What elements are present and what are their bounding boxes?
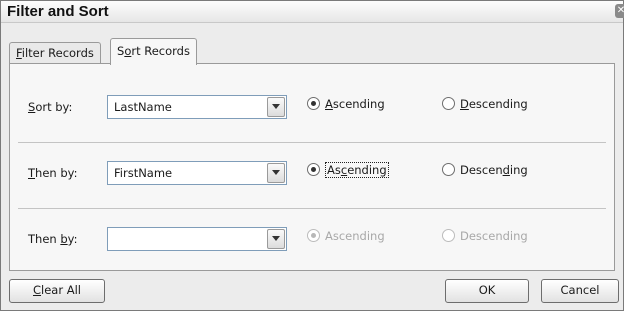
focus-ring: Ascending — [325, 162, 389, 178]
then-by-descending-radio-2: Descending — [442, 229, 528, 247]
then-by-ascending-radio-1[interactable]: Ascending — [307, 162, 389, 181]
radio-empty-icon — [442, 163, 455, 176]
sort-by-field-value: LastName — [114, 100, 172, 114]
radio-selected-icon — [307, 163, 320, 176]
title-bar: Filter and Sort ✕ — [1, 1, 624, 23]
radio-selected-icon — [307, 97, 320, 110]
tab-sort-records[interactable]: Sort Records — [110, 38, 197, 65]
sort-by-label: Sort by: — [28, 100, 73, 114]
then-by-field-value-1: FirstName — [114, 166, 173, 180]
radio-empty-icon — [442, 97, 455, 110]
sort-by-field-select[interactable]: LastName — [107, 95, 287, 119]
chevron-down-icon[interactable] — [267, 229, 285, 249]
clear-all-button[interactable]: Clear All — [9, 279, 105, 303]
tab-filter-label: ilter Records — [21, 46, 94, 60]
sort-by-ascending-radio[interactable]: Ascending — [307, 97, 385, 115]
then-by-field-select-2[interactable] — [107, 227, 287, 251]
then-by-field-select-1[interactable]: FirstName — [107, 161, 287, 185]
sort-row-1: Sort by: LastName Ascending Descending — [10, 91, 614, 131]
then-by-ascending-radio-2: Ascending — [307, 229, 385, 247]
filter-sort-dialog: Filter and Sort ✕ Filter Records Sort Re… — [0, 0, 624, 311]
ok-button[interactable]: OK — [445, 279, 529, 303]
then-by-descending-radio-1[interactable]: Descending — [442, 163, 528, 181]
chevron-down-icon[interactable] — [267, 163, 285, 183]
cancel-button[interactable]: Cancel — [541, 279, 619, 303]
radio-selected-icon — [307, 229, 320, 242]
then-by-label-1: Then by: — [28, 166, 78, 180]
sort-records-panel: Sort by: LastName Ascending Descending T… — [9, 63, 615, 271]
chevron-down-icon[interactable] — [267, 97, 285, 117]
row-divider — [18, 208, 606, 209]
tab-strip: Filter Records Sort Records — [9, 38, 615, 65]
sort-by-descending-radio[interactable]: Descending — [442, 97, 528, 115]
dialog-title: Filter and Sort — [7, 3, 109, 20]
sort-row-2: Then by: FirstName Ascending Descending — [10, 157, 614, 197]
close-icon[interactable]: ✕ — [615, 4, 624, 18]
radio-empty-icon — [442, 229, 455, 242]
tab-sort-label: rt Records — [131, 44, 190, 58]
tab-filter-records[interactable]: Filter Records — [9, 42, 101, 64]
then-by-label-2: Then by: — [28, 232, 78, 246]
row-divider — [18, 142, 606, 143]
sort-row-3: Then by: Ascending Descending — [10, 223, 614, 263]
